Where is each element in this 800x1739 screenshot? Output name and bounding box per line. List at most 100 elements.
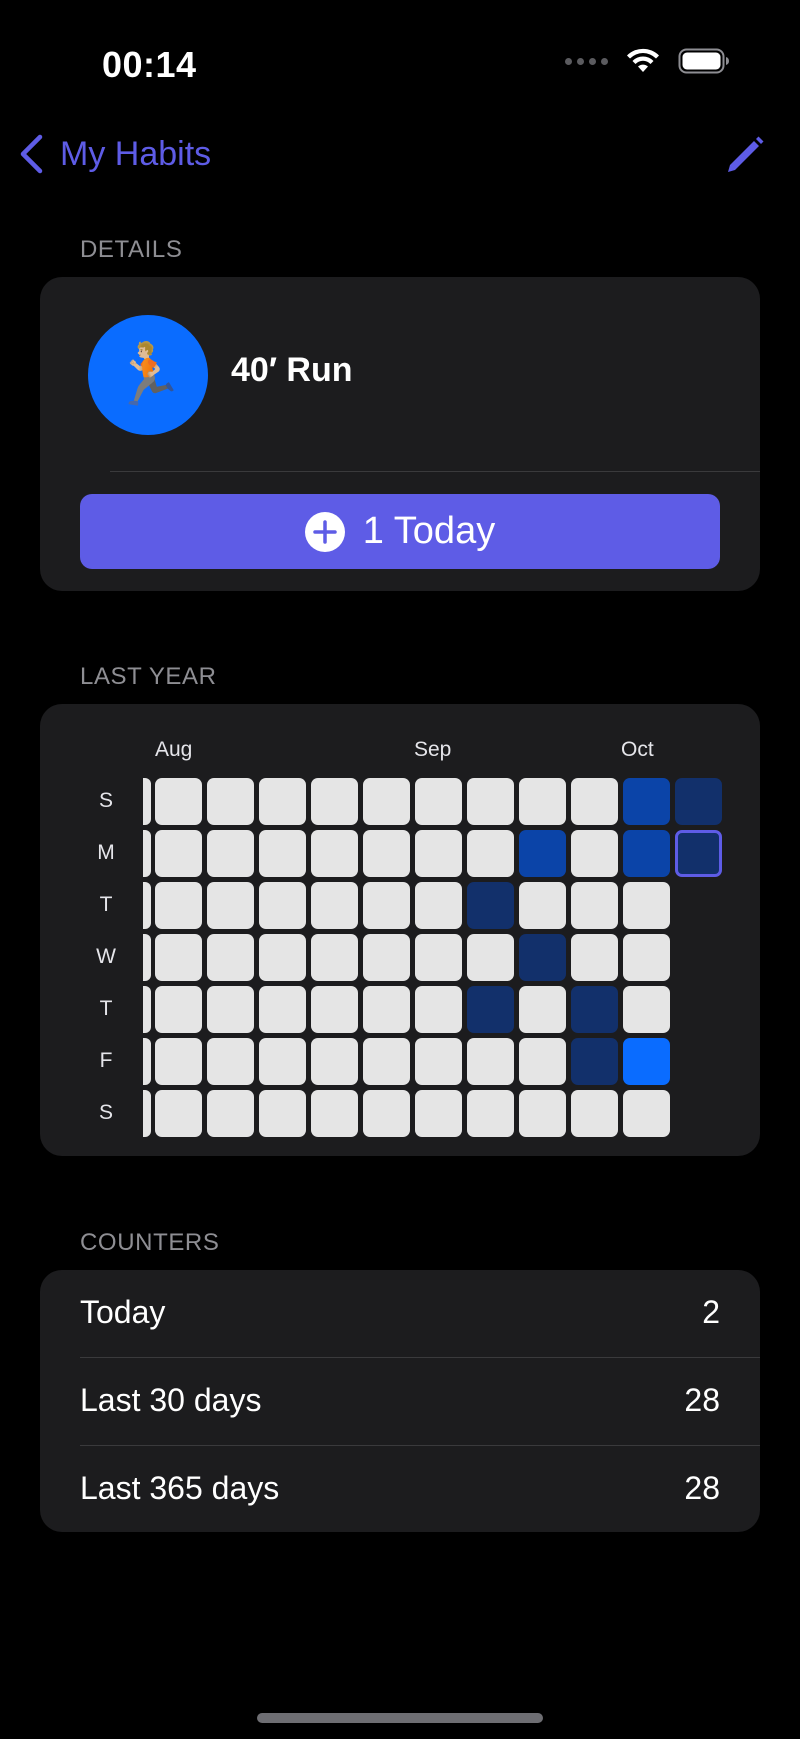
counter-row-last-30-days: Last 30 days 28: [40, 1358, 760, 1446]
heatmap-cell[interactable]: [363, 882, 410, 929]
heatmap-cell[interactable]: [415, 934, 462, 981]
heatmap-cell[interactable]: [311, 934, 358, 981]
heatmap-cell[interactable]: [207, 882, 254, 929]
counter-row-today: Today 2: [40, 1270, 760, 1358]
home-indicator[interactable]: [257, 1713, 543, 1723]
heatmap-cell[interactable]: [519, 934, 566, 981]
heatmap-cell[interactable]: [155, 986, 202, 1033]
heatmap-cell[interactable]: [571, 986, 618, 1033]
heatmap-cell[interactable]: [363, 830, 410, 877]
heatmap-cell[interactable]: [363, 1038, 410, 1085]
heatmap-cell[interactable]: [415, 830, 462, 877]
heatmap-cell[interactable]: [571, 1090, 618, 1137]
heatmap-cell[interactable]: [571, 882, 618, 929]
heatmap-cell[interactable]: [519, 778, 566, 825]
counter-value: 28: [684, 1382, 720, 1418]
habit-icon[interactable]: 🏃🏼: [88, 315, 208, 435]
counter-value: 2: [702, 1294, 720, 1330]
add-today-label: 1 Today: [362, 510, 496, 552]
heatmap-cell[interactable]: [207, 778, 254, 825]
plus-circle-icon: [304, 511, 345, 552]
heatmap-cell[interactable]: [519, 830, 566, 877]
heatmap-cell[interactable]: [467, 1038, 514, 1085]
heatmap-cell[interactable]: [259, 882, 306, 929]
heatmap-cell[interactable]: [519, 1090, 566, 1137]
heatmap-cell[interactable]: [467, 1090, 514, 1137]
heatmap-cell[interactable]: [415, 778, 462, 825]
heatmap-cell-partial: [143, 778, 151, 825]
heatmap-cell[interactable]: [519, 986, 566, 1033]
back-button[interactable]: My Habits: [18, 134, 211, 174]
heatmap-cell[interactable]: [623, 986, 670, 1033]
heatmap-cell[interactable]: [571, 778, 618, 825]
heatmap-cell[interactable]: [571, 934, 618, 981]
back-button-label: My Habits: [60, 134, 212, 173]
heatmap-cell-partial: [143, 830, 151, 877]
heatmap-cell[interactable]: [675, 778, 722, 825]
heatmap-cell[interactable]: [207, 986, 254, 1033]
add-today-button[interactable]: 1 Today: [80, 494, 720, 569]
heatmap-cell[interactable]: [259, 986, 306, 1033]
heatmap-cell[interactable]: [467, 882, 514, 929]
heatmap-cell[interactable]: [363, 934, 410, 981]
heatmap-cell[interactable]: [623, 1038, 670, 1085]
heatmap-cell[interactable]: [155, 934, 202, 981]
heatmap-cell[interactable]: [311, 882, 358, 929]
heatmap-cell[interactable]: [259, 830, 306, 877]
counters-card: Today 2 Last 30 days 28 Last 365 days 28: [40, 1270, 760, 1532]
habit-title: 40′ Run: [231, 351, 353, 389]
heatmap-cell[interactable]: [363, 1090, 410, 1137]
heatmap-cell[interactable]: [155, 830, 202, 877]
edit-button[interactable]: [722, 134, 766, 178]
heatmap-cell[interactable]: [467, 986, 514, 1033]
heatmap-cell[interactable]: [207, 1090, 254, 1137]
heatmap-cell[interactable]: [415, 986, 462, 1033]
heatmap-cell[interactable]: [207, 830, 254, 877]
heatmap-cell[interactable]: [623, 882, 670, 929]
heatmap-cell[interactable]: [519, 882, 566, 929]
heatmap-cell[interactable]: [155, 1090, 202, 1137]
counter-value: 28: [684, 1470, 720, 1506]
heatmap-cell[interactable]: [311, 830, 358, 877]
heatmap-cell[interactable]: [623, 1090, 670, 1137]
heatmap-cell[interactable]: [259, 934, 306, 981]
heatmap-cell[interactable]: [467, 934, 514, 981]
heatmap-cell[interactable]: [623, 934, 670, 981]
cellular-signal-icon: [565, 57, 608, 65]
wifi-icon: [627, 48, 659, 72]
heatmap-cell[interactable]: [623, 778, 670, 825]
heatmap-cell[interactable]: [467, 778, 514, 825]
day-label-thu: T: [99, 997, 113, 1020]
heatmap-cell[interactable]: [259, 1090, 306, 1137]
heatmap-cell[interactable]: [155, 882, 202, 929]
heatmap-cell[interactable]: [259, 778, 306, 825]
heatmap-cell-today[interactable]: [675, 830, 722, 877]
heatmap-cell[interactable]: [207, 934, 254, 981]
heatmap-cell[interactable]: [415, 1038, 462, 1085]
heatmap-cell[interactable]: [363, 778, 410, 825]
heatmap-cell[interactable]: [571, 1038, 618, 1085]
heatmap-cell[interactable]: [155, 1038, 202, 1085]
heatmap-cell[interactable]: [155, 778, 202, 825]
last-year-section-header: LAST YEAR: [80, 663, 217, 690]
heatmap-cell[interactable]: [207, 1038, 254, 1085]
heatmap-cell[interactable]: [311, 778, 358, 825]
divider: [110, 471, 760, 472]
heatmap-cell[interactable]: [311, 1090, 358, 1137]
heatmap-cell[interactable]: [519, 1038, 566, 1085]
heatmap-cell[interactable]: [259, 1038, 306, 1085]
counter-label: Today: [80, 1294, 166, 1330]
heatmap-cell[interactable]: [415, 1090, 462, 1137]
heatmap-cell[interactable]: [467, 830, 514, 877]
heatmap-cell[interactable]: [311, 986, 358, 1033]
pencil-icon: [728, 136, 764, 172]
month-label-oct: Oct: [621, 738, 654, 761]
heatmap-cell[interactable]: [571, 830, 618, 877]
heatmap-cell[interactable]: [311, 1038, 358, 1085]
heatmap-cell[interactable]: [415, 882, 462, 929]
last-year-card: Aug Sep Oct S M T W T F S: [40, 704, 760, 1156]
counter-label: Last 365 days: [80, 1470, 280, 1506]
heatmap-cell[interactable]: [623, 830, 670, 877]
heatmap-cell[interactable]: [363, 986, 410, 1033]
day-label-fri: F: [99, 1049, 113, 1072]
